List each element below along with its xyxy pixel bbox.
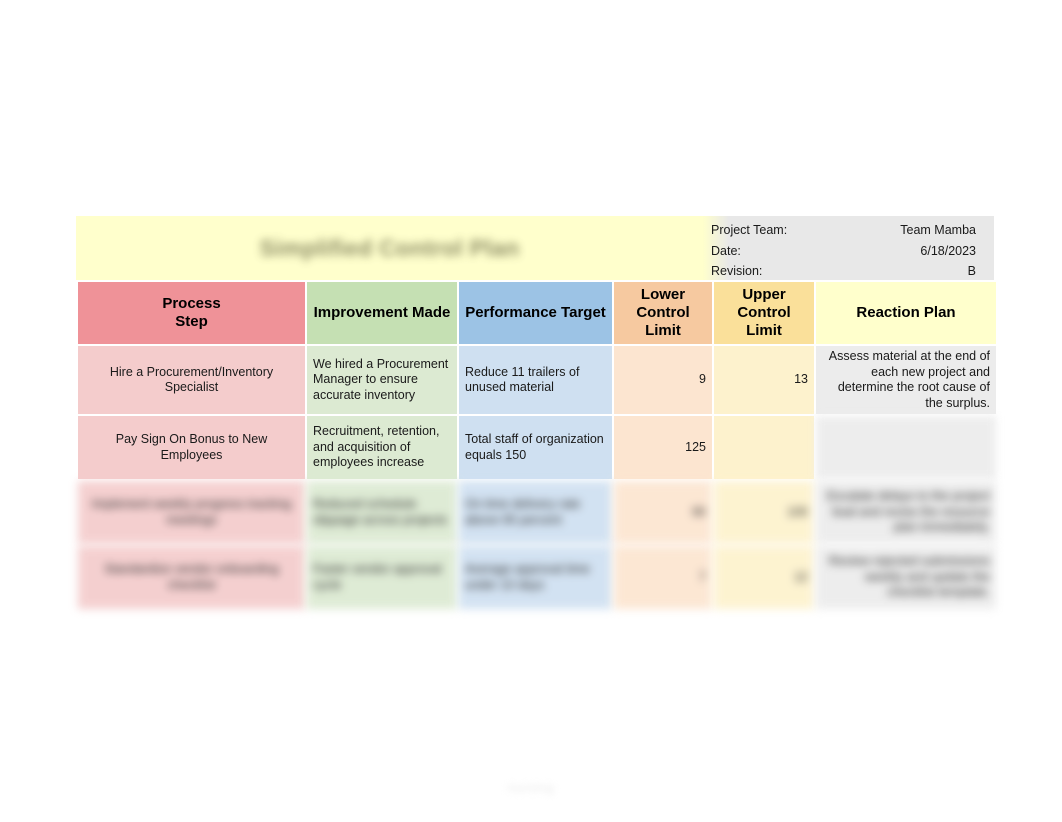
cell-improvement-made[interactable]: We hired a Procurement Manager to ensure…: [307, 346, 457, 414]
meta-value-date: 6/18/2023: [920, 243, 976, 258]
document-title-cell: Simplified Control Plan: [76, 216, 703, 280]
cell-upper-control-limit[interactable]: 12: [714, 546, 814, 609]
control-plan-sheet: Simplified Control Plan Project Team: Te…: [76, 216, 998, 611]
meta-label-revision: Revision:: [711, 264, 763, 279]
table-row[interactable]: Hire a Procurement/Inventory Specialist …: [78, 346, 996, 414]
page-watermark: nursing: [507, 780, 555, 795]
meta-row-date: Date: 6/18/2023: [711, 241, 976, 262]
column-header-process-step: Process Step: [78, 282, 305, 344]
cell-upper-control-limit[interactable]: 100: [714, 481, 814, 544]
cell-improvement-made[interactable]: Faster vendor approval cycle: [307, 546, 457, 609]
table-row[interactable]: Pay Sign On Bonus to New Employees Recru…: [78, 416, 996, 479]
table-header-row: Process Step Improvement Made Performanc…: [78, 282, 996, 344]
cell-performance-target[interactable]: Total staff of organization equals 150: [459, 416, 612, 479]
cell-lower-control-limit[interactable]: 7: [614, 546, 712, 609]
table-row[interactable]: Implement weekly progress tracking meeti…: [78, 481, 996, 544]
meta-label-project-team: Project Team:: [711, 223, 788, 237]
column-header-improvement-made: Improvement Made: [307, 282, 457, 344]
cell-lower-control-limit[interactable]: 90: [614, 481, 712, 544]
cell-reaction-plan[interactable]: Escalate delays to the project lead and …: [816, 481, 996, 544]
cell-reaction-plan[interactable]: Review rejected submissions weekly and u…: [816, 546, 996, 609]
column-header-upper-control-limit: Upper Control Limit: [714, 282, 814, 344]
cell-performance-target[interactable]: Reduce 11 trailers of unused material: [459, 346, 612, 414]
meta-value-project-team: Team Mamba: [900, 223, 976, 237]
meta-row-revision: Revision: B: [711, 261, 976, 282]
meta-label-date: Date:: [711, 243, 741, 258]
table-row[interactable]: Standardize vendor onboarding checklist …: [78, 546, 996, 609]
cell-process-step[interactable]: Hire a Procurement/Inventory Specialist: [78, 346, 305, 414]
column-header-reaction-plan: Reaction Plan: [816, 282, 996, 344]
document-meta-block: Project Team: Team Mamba Date: 6/18/2023…: [703, 216, 994, 280]
cell-upper-control-limit[interactable]: 13: [714, 346, 814, 414]
cell-process-step[interactable]: Pay Sign On Bonus to New Employees: [78, 416, 305, 479]
control-plan-table: Process Step Improvement Made Performanc…: [76, 280, 998, 611]
cell-improvement-made[interactable]: Reduced schedule slippage across project…: [307, 481, 457, 544]
meta-value-revision: B: [967, 264, 976, 279]
cell-upper-control-limit[interactable]: [714, 416, 814, 479]
cell-reaction-plan[interactable]: [816, 416, 996, 479]
meta-row-project-team: Project Team: Team Mamba: [711, 220, 976, 241]
column-header-lower-control-limit: Lower Control Limit: [614, 282, 712, 344]
cell-lower-control-limit[interactable]: 9: [614, 346, 712, 414]
cell-performance-target[interactable]: Average approval time under 10 days: [459, 546, 612, 609]
cell-reaction-plan[interactable]: Assess material at the end of each new p…: [816, 346, 996, 414]
table-body: Hire a Procurement/Inventory Specialist …: [78, 346, 996, 609]
cell-process-step[interactable]: Standardize vendor onboarding checklist: [78, 546, 305, 609]
cell-improvement-made[interactable]: Recruitment, retention, and acquisition …: [307, 416, 457, 479]
cell-performance-target[interactable]: On time delivery rate above 95 percent: [459, 481, 612, 544]
cell-lower-control-limit[interactable]: 125: [614, 416, 712, 479]
sheet-header-band: Simplified Control Plan Project Team: Te…: [76, 216, 994, 280]
column-header-performance-target: Performance Target: [459, 282, 612, 344]
cell-process-step[interactable]: Implement weekly progress tracking meeti…: [78, 481, 305, 544]
page-title: Simplified Control Plan: [259, 234, 520, 261]
